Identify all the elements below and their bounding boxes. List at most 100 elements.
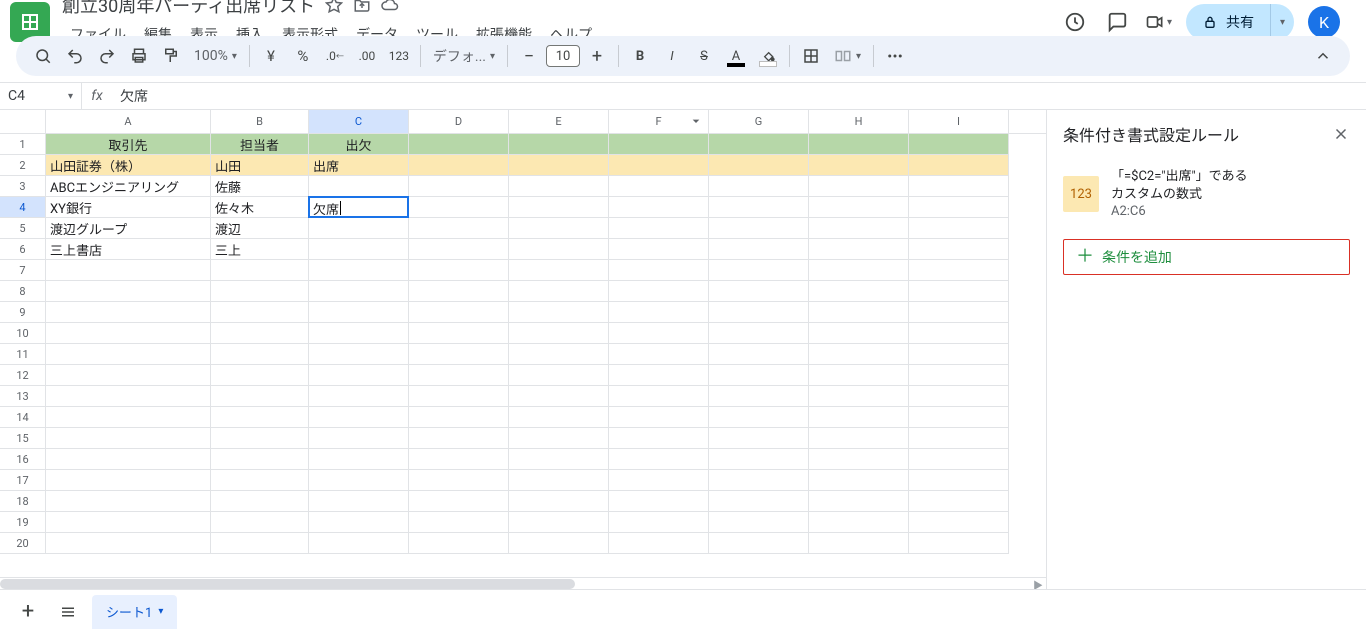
cell-H10[interactable]	[809, 323, 909, 344]
cell-G16[interactable]	[709, 449, 809, 470]
row-header-5[interactable]: 5	[0, 218, 46, 239]
row-header-11[interactable]: 11	[0, 344, 46, 365]
column-header-I[interactable]: I	[909, 110, 1009, 133]
cell-D20[interactable]	[409, 533, 509, 554]
cell-I20[interactable]	[909, 533, 1009, 554]
cell-C7[interactable]	[309, 260, 409, 281]
text-color-icon[interactable]: A	[721, 41, 751, 71]
increase-decimal-icon[interactable]: .00	[352, 41, 382, 71]
cell-B15[interactable]	[211, 428, 309, 449]
cell-E9[interactable]	[509, 302, 609, 323]
format-rule-item[interactable]: 123 「=$C2="出席"」である カスタムの数式 A2:C6	[1047, 158, 1366, 231]
cell-C16[interactable]	[309, 449, 409, 470]
cell-G8[interactable]	[709, 281, 809, 302]
cell-E8[interactable]	[509, 281, 609, 302]
cell-A17[interactable]	[46, 470, 211, 491]
cell-F7[interactable]	[609, 260, 709, 281]
column-header-H[interactable]: H	[809, 110, 909, 133]
move-icon[interactable]	[353, 0, 371, 14]
cell-D17[interactable]	[409, 470, 509, 491]
cell-B7[interactable]	[211, 260, 309, 281]
cell-G15[interactable]	[709, 428, 809, 449]
account-avatar[interactable]: K	[1308, 6, 1340, 38]
row-header-9[interactable]: 9	[0, 302, 46, 323]
cell-F15[interactable]	[609, 428, 709, 449]
cell-I11[interactable]	[909, 344, 1009, 365]
cell-G4[interactable]	[709, 197, 809, 218]
cell-C10[interactable]	[309, 323, 409, 344]
cell-B19[interactable]	[211, 512, 309, 533]
cell-G18[interactable]	[709, 491, 809, 512]
cell-B5[interactable]: 渡辺	[211, 218, 309, 239]
cell-C6[interactable]	[309, 239, 409, 260]
column-header-B[interactable]: B	[211, 110, 309, 133]
cell-A1[interactable]: 取引先	[46, 134, 211, 155]
cell-H11[interactable]	[809, 344, 909, 365]
cell-F12[interactable]	[609, 365, 709, 386]
row-header-20[interactable]: 20	[0, 533, 46, 554]
column-header-A[interactable]: A	[46, 110, 211, 133]
row-header-8[interactable]: 8	[0, 281, 46, 302]
cell-H14[interactable]	[809, 407, 909, 428]
redo-icon[interactable]	[92, 41, 122, 71]
cell-I8[interactable]	[909, 281, 1009, 302]
cell-F2[interactable]	[609, 155, 709, 176]
cell-E17[interactable]	[509, 470, 609, 491]
cell-F5[interactable]	[609, 218, 709, 239]
comment-icon[interactable]	[1103, 8, 1131, 36]
borders-icon[interactable]	[796, 41, 826, 71]
cell-B14[interactable]	[211, 407, 309, 428]
add-rule-button[interactable]: ＋ 条件を追加	[1063, 239, 1350, 275]
cell-D19[interactable]	[409, 512, 509, 533]
cell-I17[interactable]	[909, 470, 1009, 491]
more-formats-icon[interactable]: 123	[384, 41, 414, 71]
search-menu-icon[interactable]	[28, 41, 58, 71]
cell-F4[interactable]	[609, 197, 709, 218]
cell-D1[interactable]	[409, 134, 509, 155]
paint-format-icon[interactable]	[156, 41, 186, 71]
horizontal-scrollbar[interactable]: ◀▶	[0, 577, 1046, 589]
cell-C14[interactable]	[309, 407, 409, 428]
cell-F9[interactable]	[609, 302, 709, 323]
cell-C19[interactable]	[309, 512, 409, 533]
cell-A8[interactable]	[46, 281, 211, 302]
cell-B6[interactable]: 三上	[211, 239, 309, 260]
cell-B9[interactable]	[211, 302, 309, 323]
cell-I4[interactable]	[909, 197, 1009, 218]
cell-A7[interactable]	[46, 260, 211, 281]
cell-D4[interactable]	[409, 197, 509, 218]
all-sheets-button[interactable]	[52, 596, 84, 628]
document-title[interactable]: 創立30周年パーティ出席リスト	[62, 0, 315, 18]
cell-E5[interactable]	[509, 218, 609, 239]
history-icon[interactable]	[1061, 8, 1089, 36]
bold-icon[interactable]: B	[625, 41, 655, 71]
cell-I1[interactable]	[909, 134, 1009, 155]
cell-E19[interactable]	[509, 512, 609, 533]
cell-I6[interactable]	[909, 239, 1009, 260]
cell-C15[interactable]	[309, 428, 409, 449]
decrease-font-icon[interactable]: −	[514, 41, 544, 71]
cell-H1[interactable]	[809, 134, 909, 155]
cell-C20[interactable]	[309, 533, 409, 554]
row-header-10[interactable]: 10	[0, 323, 46, 344]
sheet-tab-menu-icon[interactable]: ▾	[158, 606, 163, 617]
cell-H18[interactable]	[809, 491, 909, 512]
cell-A16[interactable]	[46, 449, 211, 470]
row-header-17[interactable]: 17	[0, 470, 46, 491]
cell-I18[interactable]	[909, 491, 1009, 512]
cell-E6[interactable]	[509, 239, 609, 260]
filter-dropdown-icon[interactable]	[688, 113, 704, 129]
cell-F13[interactable]	[609, 386, 709, 407]
fill-color-icon[interactable]	[753, 41, 783, 71]
cell-C17[interactable]	[309, 470, 409, 491]
star-icon[interactable]	[325, 0, 343, 14]
cell-D14[interactable]	[409, 407, 509, 428]
cell-C5[interactable]	[309, 218, 409, 239]
cell-G13[interactable]	[709, 386, 809, 407]
column-header-C[interactable]: C	[309, 110, 409, 133]
cell-H20[interactable]	[809, 533, 909, 554]
cell-E13[interactable]	[509, 386, 609, 407]
cell-F14[interactable]	[609, 407, 709, 428]
cell-E11[interactable]	[509, 344, 609, 365]
cell-F3[interactable]	[609, 176, 709, 197]
